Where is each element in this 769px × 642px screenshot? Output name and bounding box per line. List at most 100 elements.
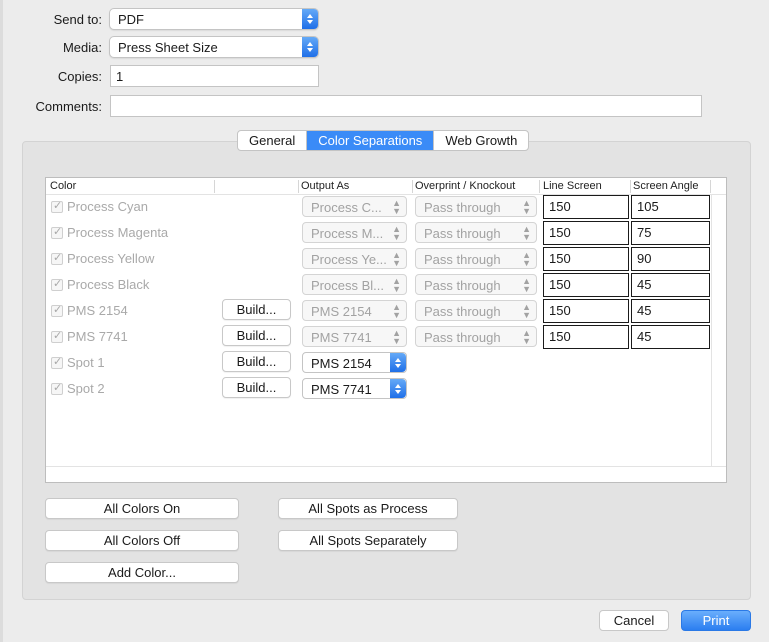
checkbox-process-magenta[interactable] <box>51 225 63 239</box>
copies-value: 1 <box>116 69 124 84</box>
output-select-spot-2[interactable]: PMS 7741 <box>302 378 407 399</box>
chevron-updown-icon <box>390 353 406 372</box>
scroll-divider <box>711 195 712 466</box>
checkbox-process-black[interactable] <box>51 277 63 291</box>
screen-angle-field-process-magenta[interactable]: 75 <box>631 221 710 245</box>
screen-angle-field-pms-2154[interactable]: 45 <box>631 299 710 323</box>
tab-bar: General Color Separations Web Growth <box>237 130 530 151</box>
output-value: PMS 7741 <box>311 330 372 345</box>
row-label-pms-7741: PMS 7741 <box>67 329 128 344</box>
overprint-select-process-magenta[interactable]: Pass through ▲ ▼ <box>415 222 537 243</box>
all-spots-as-process-button[interactable]: All Spots as Process <box>278 498 458 519</box>
tab-general[interactable]: General <box>238 131 308 150</box>
media-label: Media: <box>62 40 102 55</box>
output-select-process-black[interactable]: Process Bl... ▲ ▼ <box>302 274 407 295</box>
build-button-spot-2[interactable]: Build... <box>222 377 291 398</box>
line-screen-value: 150 <box>549 225 571 240</box>
tab-web-growth[interactable]: Web Growth <box>434 131 528 150</box>
chevron-updown-icon: ▲ ▼ <box>392 302 401 320</box>
output-select-process-yellow[interactable]: Process Ye... ▲ ▼ <box>302 248 407 269</box>
line-screen-field-process-magenta[interactable]: 150 <box>543 221 629 245</box>
row-label-process-black: Process Black <box>67 277 150 292</box>
row-label-process-yellow: Process Yellow <box>67 251 155 266</box>
line-screen-value: 150 <box>549 329 571 344</box>
chevron-updown-icon <box>302 37 318 57</box>
line-screen-value: 150 <box>549 251 571 266</box>
output-select-process-cyan[interactable]: Process C... ▲ ▼ <box>302 196 407 217</box>
output-select-spot-1[interactable]: PMS 2154 <box>302 352 407 373</box>
header-output-as: Output As <box>301 180 350 192</box>
line-screen-field-pms-7741[interactable]: 150 <box>543 325 629 349</box>
cancel-button[interactable]: Cancel <box>599 610 669 631</box>
add-color-button[interactable]: Add Color... <box>45 562 239 583</box>
row-label-process-cyan: Process Cyan <box>67 199 148 214</box>
overprint-select-pms-7741[interactable]: Pass through ▲ ▼ <box>415 326 537 347</box>
build-button-spot-1[interactable]: Build... <box>222 351 291 372</box>
chevron-updown-icon <box>390 379 406 398</box>
header-separator <box>298 180 299 193</box>
tab-color-separations[interactable]: Color Separations <box>307 131 435 150</box>
chevron-updown-icon: ▲ ▼ <box>392 328 401 346</box>
header-separator <box>214 180 215 193</box>
table-bottom-divider <box>46 466 726 467</box>
chevron-updown-icon: ▲ ▼ <box>522 276 531 294</box>
checkbox-spot-1[interactable] <box>51 355 63 369</box>
output-select-pms-7741[interactable]: PMS 7741 ▲ ▼ <box>302 326 407 347</box>
checkbox-pms-7741[interactable] <box>51 329 63 343</box>
overprint-select-process-yellow[interactable]: Pass through ▲ ▼ <box>415 248 537 269</box>
build-button-pms-7741[interactable]: Build... <box>222 325 291 346</box>
row-label-spot-1: Spot 1 <box>67 355 105 370</box>
overprint-select-process-cyan[interactable]: Pass through ▲ ▼ <box>415 196 537 217</box>
header-separator <box>412 180 413 193</box>
output-value: Process C... <box>311 200 382 215</box>
chevron-updown-icon: ▲ ▼ <box>522 250 531 268</box>
screen-angle-value: 90 <box>637 251 652 266</box>
header-screen-angle: Screen Angle <box>633 180 699 192</box>
print-button[interactable]: Print <box>681 610 751 631</box>
line-screen-value: 150 <box>549 277 571 292</box>
chevron-updown-icon <box>302 9 318 29</box>
line-screen-field-process-cyan[interactable]: 150 <box>543 195 629 219</box>
output-value: PMS 2154 <box>311 304 372 319</box>
overprint-select-process-black[interactable]: Pass through ▲ ▼ <box>415 274 537 295</box>
all-colors-on-button[interactable]: All Colors On <box>45 498 239 519</box>
row-label-process-magenta: Process Magenta <box>67 225 169 240</box>
checkbox-pms-2154[interactable] <box>51 303 63 317</box>
screen-angle-field-process-black[interactable]: 45 <box>631 273 710 297</box>
row-label-pms-2154: PMS 2154 <box>67 303 128 318</box>
output-select-pms-2154[interactable]: PMS 2154 ▲ ▼ <box>302 300 407 321</box>
send-to-label: Send to: <box>53 12 102 27</box>
send-to-select[interactable]: PDF <box>109 8 319 30</box>
chevron-updown-icon: ▲ ▼ <box>522 302 531 320</box>
checkbox-spot-2[interactable] <box>51 381 63 395</box>
comments-label: Comments: <box>35 99 102 114</box>
line-screen-field-process-black[interactable]: 150 <box>543 273 629 297</box>
overprint-value: Pass through <box>424 304 501 319</box>
screen-angle-field-process-yellow[interactable]: 90 <box>631 247 710 271</box>
output-value: PMS 7741 <box>311 382 372 397</box>
checkbox-process-yellow[interactable] <box>51 251 63 265</box>
media-select[interactable]: Press Sheet Size <box>109 36 319 58</box>
screen-angle-value: 105 <box>637 199 659 214</box>
output-select-process-magenta[interactable]: Process M... ▲ ▼ <box>302 222 407 243</box>
overprint-value: Pass through <box>424 278 501 293</box>
build-button-pms-2154[interactable]: Build... <box>222 299 291 320</box>
output-value: Process M... <box>311 226 384 241</box>
media-value: Press Sheet Size <box>118 40 218 55</box>
screen-angle-value: 45 <box>637 303 652 318</box>
chevron-updown-icon: ▲ ▼ <box>392 198 401 216</box>
overprint-select-pms-2154[interactable]: Pass through ▲ ▼ <box>415 300 537 321</box>
chevron-updown-icon: ▲ ▼ <box>522 224 531 242</box>
screen-angle-field-pms-7741[interactable]: 45 <box>631 325 710 349</box>
header-separator <box>539 180 540 193</box>
checkbox-process-cyan[interactable] <box>51 199 63 213</box>
all-spots-separately-button[interactable]: All Spots Separately <box>278 530 458 551</box>
window-edge <box>0 0 3 642</box>
comments-field[interactable] <box>110 95 702 117</box>
copies-field[interactable]: 1 <box>110 65 319 87</box>
screen-angle-field-process-cyan[interactable]: 105 <box>631 195 710 219</box>
chevron-updown-icon: ▲ ▼ <box>522 198 531 216</box>
all-colors-off-button[interactable]: All Colors Off <box>45 530 239 551</box>
line-screen-field-process-yellow[interactable]: 150 <box>543 247 629 271</box>
line-screen-field-pms-2154[interactable]: 150 <box>543 299 629 323</box>
